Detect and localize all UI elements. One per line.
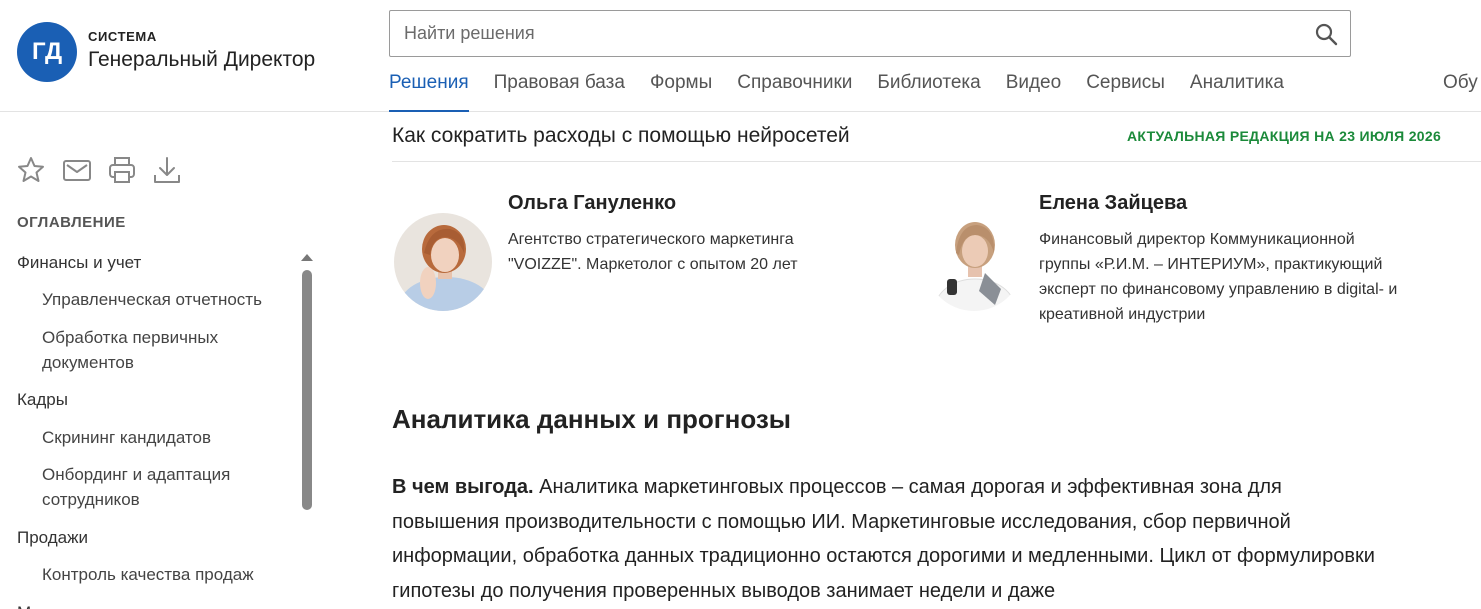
search-icon[interactable] bbox=[1314, 22, 1338, 46]
toc-item-sales[interactable]: Продажи bbox=[17, 525, 277, 550]
author-description: Агентство стратегического маркетинга "VO… bbox=[508, 231, 798, 273]
scroll-up-arrow[interactable] bbox=[301, 254, 313, 261]
document-title: Как сократить расходы с помощью нейросет… bbox=[392, 124, 850, 147]
main-nav: Решения Правовая база Формы Справочники … bbox=[389, 72, 1309, 112]
author-photo bbox=[394, 213, 492, 311]
toc-item-finance[interactable]: Финансы и учет bbox=[17, 250, 277, 275]
nav-item-library[interactable]: Библиотека bbox=[877, 72, 980, 112]
nav-item-forms[interactable]: Формы bbox=[650, 72, 712, 112]
toc-item-primary-documents[interactable]: Обработка первичных документов bbox=[42, 325, 272, 375]
author-name: Елена Зайцева bbox=[1039, 192, 1188, 214]
download-icon[interactable] bbox=[152, 155, 182, 185]
body-paragraph: В чем выгода. Аналитика маркетинговых пр… bbox=[392, 470, 1392, 608]
nav-item-solutions[interactable]: Решения bbox=[389, 72, 469, 112]
author-name: Ольга Гануленко bbox=[508, 192, 677, 214]
print-icon[interactable] bbox=[107, 155, 137, 185]
toc-item-sales-quality[interactable]: Контроль качества продаж bbox=[42, 562, 302, 587]
nav-item-training[interactable]: Обу bbox=[1443, 72, 1478, 94]
nav-item-reference[interactable]: Справочники bbox=[737, 72, 852, 112]
toc-item-management-reporting[interactable]: Управленческая отчетность bbox=[42, 287, 302, 312]
search-input[interactable] bbox=[390, 11, 1270, 56]
divider bbox=[392, 161, 1481, 162]
logo-badge[interactable]: ГД bbox=[17, 22, 77, 82]
toc-item-candidate-screening[interactable]: Скрининг кандидатов bbox=[42, 425, 302, 450]
header: ГД СИСТЕМА Генеральный Директор Решения … bbox=[0, 0, 1481, 112]
star-icon[interactable] bbox=[16, 155, 46, 185]
nav-item-analytics[interactable]: Аналитика bbox=[1190, 72, 1284, 112]
author-photo bbox=[925, 213, 1023, 311]
section-heading: Аналитика данных и прогнозы bbox=[392, 404, 791, 434]
scrollbar-thumb[interactable] bbox=[302, 270, 312, 510]
logo-title[interactable]: Генеральный Директор bbox=[88, 48, 315, 72]
toc-item-hr[interactable]: Кадры bbox=[17, 387, 277, 412]
toc-item-marketing[interactable]: М… bbox=[17, 600, 277, 609]
logo-caption[interactable]: СИСТЕМА bbox=[88, 29, 157, 44]
search-box bbox=[389, 10, 1351, 57]
paragraph-text: Аналитика маркетинговых процессов – сама… bbox=[392, 476, 1375, 602]
edition-badge: АКТУАЛЬНАЯ РЕДАКЦИЯ НА 23 ИЮЛЯ 2026 bbox=[1127, 128, 1442, 144]
paragraph-lead: В чем выгода. bbox=[392, 476, 534, 498]
mail-icon[interactable] bbox=[62, 155, 92, 185]
nav-item-video[interactable]: Видео bbox=[1006, 72, 1062, 112]
toc-title: ОГЛАВЛЕНИЕ bbox=[17, 214, 126, 231]
author-description: Финансовый директор Коммуникационной гру… bbox=[1039, 231, 1398, 323]
nav-item-legal-base[interactable]: Правовая база bbox=[494, 72, 625, 112]
toc-item-onboarding[interactable]: Онбординг и адаптация сотрудников bbox=[42, 462, 272, 512]
nav-item-services[interactable]: Сервисы bbox=[1086, 72, 1165, 112]
